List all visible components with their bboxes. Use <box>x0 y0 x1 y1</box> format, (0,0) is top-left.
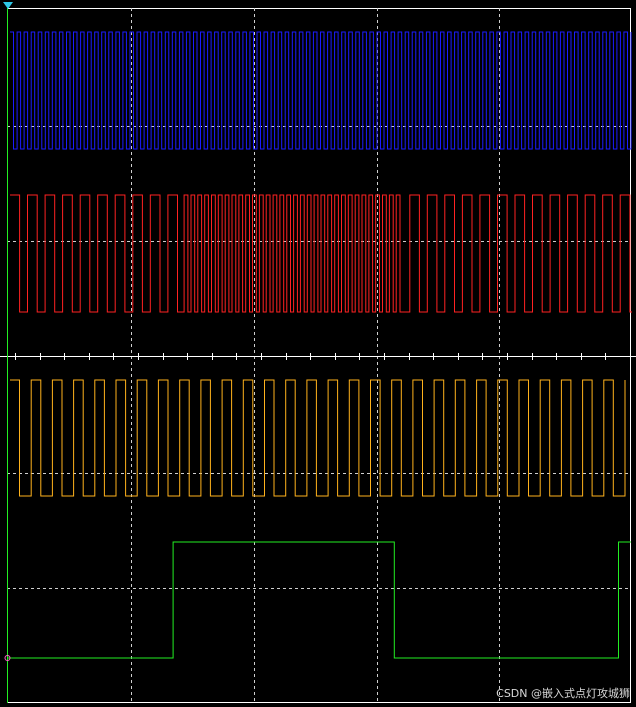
plot-frame <box>7 8 631 703</box>
trigger-marker-icon <box>3 2 13 9</box>
ch3-waveform <box>10 379 626 497</box>
ch4-waveform <box>8 541 631 659</box>
waveform-canvas <box>0 2 636 703</box>
watermark-text: CSDN @嵌入式点灯攻城狮 <box>496 687 630 700</box>
oscilloscope-display: CSDN @嵌入式点灯攻城狮 <box>0 0 636 707</box>
ch2-waveform <box>10 194 632 313</box>
ch1-waveform <box>10 31 632 150</box>
